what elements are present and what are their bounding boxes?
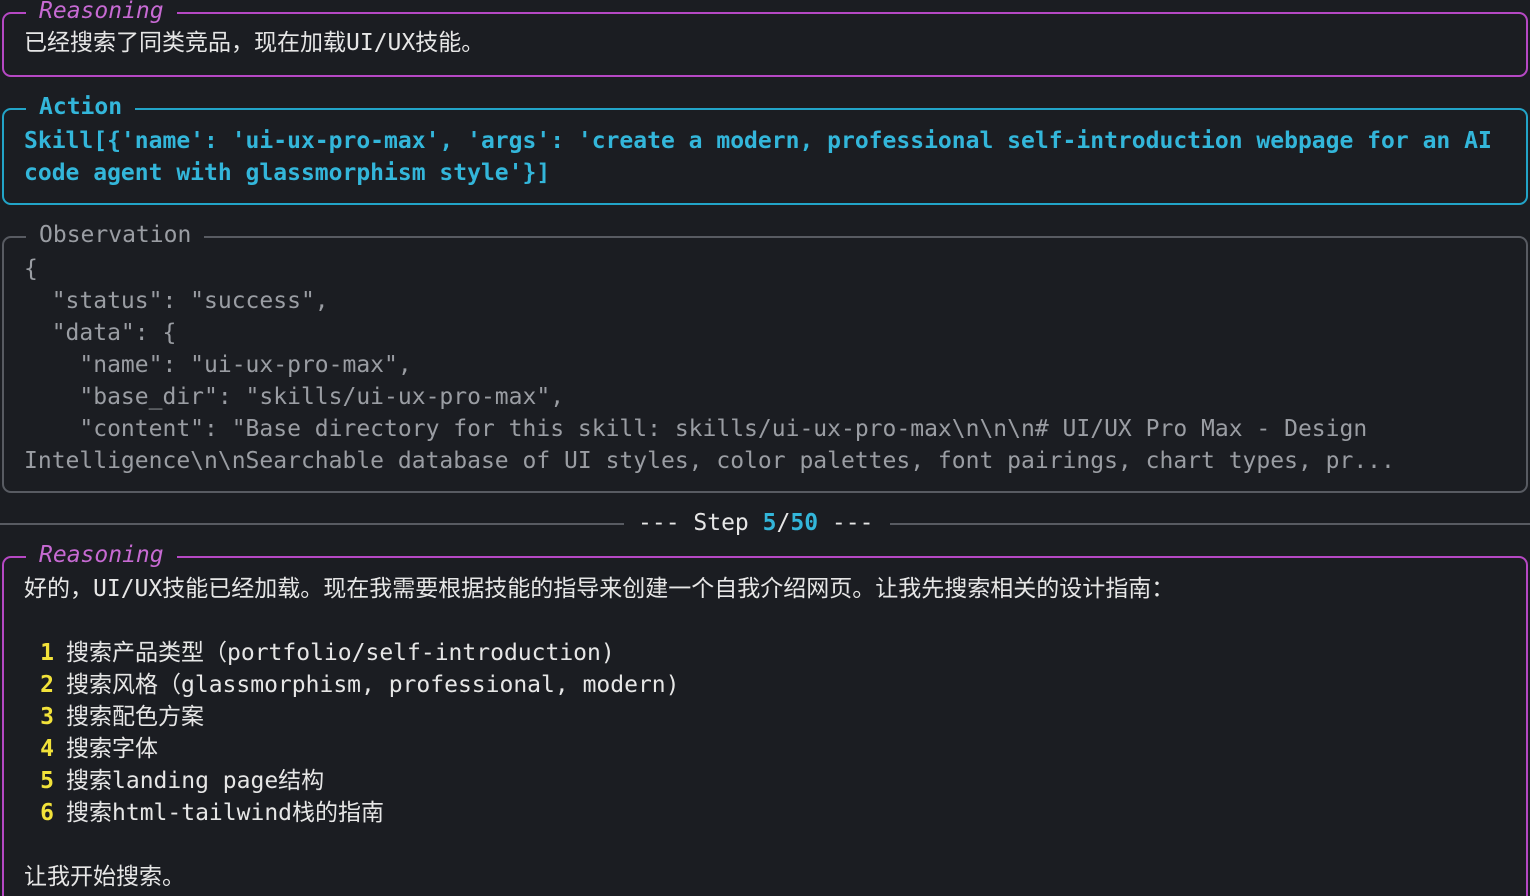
list-text: 搜索配色方案 [66,704,204,730]
list-text: 搜索风格（glassmorphism, professional, modern… [66,672,680,698]
reasoning-panel-body: 好的，UI/UX技能已经加载。现在我需要根据技能的指导来创建一个自我介绍网页。让… [24,558,1526,893]
reasoning-panel-title: Reasoning [26,539,177,571]
observation-line: "status": "success", [24,288,329,314]
reasoning-intro: 好的，UI/UX技能已经加载。现在我需要根据技能的指导来创建一个自我介绍网页。让… [24,576,1175,602]
step-current: 5 [762,510,777,536]
reasoning-panel-body: 已经搜索了同类竞品，现在加载UI/UX技能。 [24,14,1526,59]
reasoning-panel: Reasoning 好的，UI/UX技能已经加载。现在我需要根据技能的指导来创建… [2,539,1528,896]
list-item: 6 搜索html-tailwind栈的指南 [24,797,1526,829]
observation-line: "data": { [24,320,177,346]
list-number: 5 [40,768,54,794]
observation-line: Intelligence\n\nSearchable database of U… [24,448,1395,474]
step-separator: --- Step 5/50 --- [0,507,1530,539]
list-number: 2 [40,672,54,698]
reasoning-outro: 让我开始搜索。 [24,864,185,890]
list-text: 搜索产品类型（portfolio/self-introduction) [66,640,615,666]
list-text: 搜索html-tailwind栈的指南 [66,800,385,826]
action-panel: Action Skill[{'name': 'ui-ux-pro-max', '… [2,91,1528,205]
observation-line: "base_dir": "skills/ui-ux-pro-max", [24,384,565,410]
reasoning-text: 已经搜索了同类竞品，现在加载UI/UX技能。 [24,30,485,56]
step-prefix: --- Step [638,510,763,536]
reasoning-panel-title: Reasoning [26,0,177,27]
step-suffix: --- [818,510,874,536]
list-item: 3 搜索配色方案 [24,701,1526,733]
action-panel-body: Skill[{'name': 'ui-ux-pro-max', 'args': … [24,110,1526,189]
list-number: 1 [40,640,54,666]
list-number: 4 [40,736,54,762]
action-line: code agent with glassmorphism style'}] [24,160,551,186]
step-slash: / [776,510,791,536]
observation-line: "name": "ui-ux-pro-max", [24,352,412,378]
observation-line: { [24,256,38,282]
list-item: 1 搜索产品类型（portfolio/self-introduction) [24,637,1526,669]
list-number: 3 [40,704,54,730]
list-item: 2 搜索风格（glassmorphism, professional, moder… [24,669,1526,701]
list-item: 4 搜索字体 [24,733,1526,765]
observation-panel: Observation { "status": "success", "data… [2,219,1528,493]
action-panel-title: Action [26,91,136,123]
list-text: 搜索字体 [66,736,158,762]
observation-panel-body: { "status": "success", "data": { "name":… [24,238,1526,477]
observation-line: "content": "Base directory for this skil… [24,416,1368,442]
action-line: Skill[{'name': 'ui-ux-pro-max', 'args': … [24,128,1492,154]
step-counter: --- Step 5/50 --- [638,507,873,539]
list-number: 6 [40,800,54,826]
separator-line-right [890,523,1530,525]
separator-line-left [0,523,624,525]
observation-panel-title: Observation [26,219,205,251]
reasoning-panel: Reasoning 已经搜索了同类竞品，现在加载UI/UX技能。 [2,0,1528,77]
step-total: 50 [790,510,819,536]
list-item: 5 搜索landing page结构 [24,765,1526,797]
list-text: 搜索landing page结构 [66,768,325,794]
